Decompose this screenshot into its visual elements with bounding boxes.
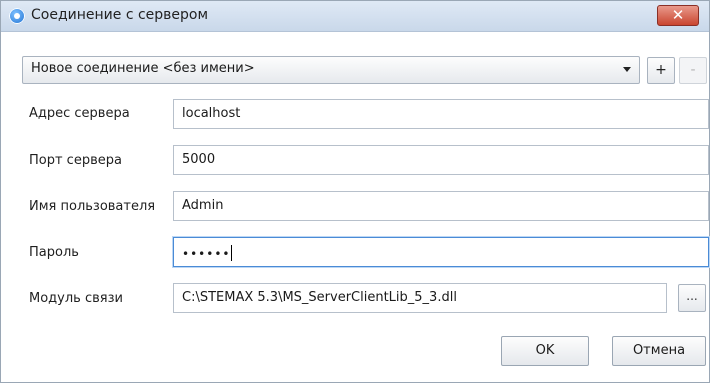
module-path-value: C:\STEMAX 5.3\MS_ServerClientLib_5_3.dll	[182, 290, 457, 305]
server-port-value: 5000	[182, 152, 216, 167]
connection-dialog: Соединение с сервером ✕ Новое соединение…	[0, 0, 710, 383]
password-input[interactable]: ••••••	[173, 237, 709, 267]
ok-button[interactable]: OK	[501, 336, 589, 366]
server-port-label: Порт сервера	[29, 153, 122, 168]
password-value: ••••••	[182, 245, 233, 261]
window-title: Соединение с сервером	[31, 7, 209, 23]
close-icon: ✕	[671, 6, 685, 24]
chevron-down-icon	[623, 67, 631, 72]
server-address-input[interactable]: localhost	[173, 99, 709, 129]
remove-connection-button[interactable]: -	[679, 57, 707, 84]
module-label: Модуль связи	[29, 291, 123, 306]
server-address-label: Адрес сервера	[29, 106, 130, 121]
server-port-input[interactable]: 5000	[173, 145, 709, 175]
password-label: Пароль	[29, 245, 79, 260]
module-path-input[interactable]: C:\STEMAX 5.3\MS_ServerClientLib_5_3.dll	[173, 283, 667, 313]
app-icon	[9, 8, 25, 24]
browse-button[interactable]: ...	[678, 284, 706, 312]
cancel-button[interactable]: Отмена	[612, 336, 706, 366]
add-connection-button[interactable]: +	[647, 57, 675, 84]
server-address-value: localhost	[182, 106, 241, 121]
username-input[interactable]: Admin	[173, 191, 709, 221]
connection-select-value: Новое соединение <без имени>	[31, 61, 255, 76]
username-label: Имя пользователя	[29, 199, 156, 214]
close-button[interactable]: ✕	[657, 5, 699, 26]
title-bar[interactable]: Соединение с сервером ✕	[1, 1, 709, 32]
username-value: Admin	[182, 198, 224, 213]
connection-select[interactable]: Новое соединение <без имени>	[22, 56, 640, 84]
